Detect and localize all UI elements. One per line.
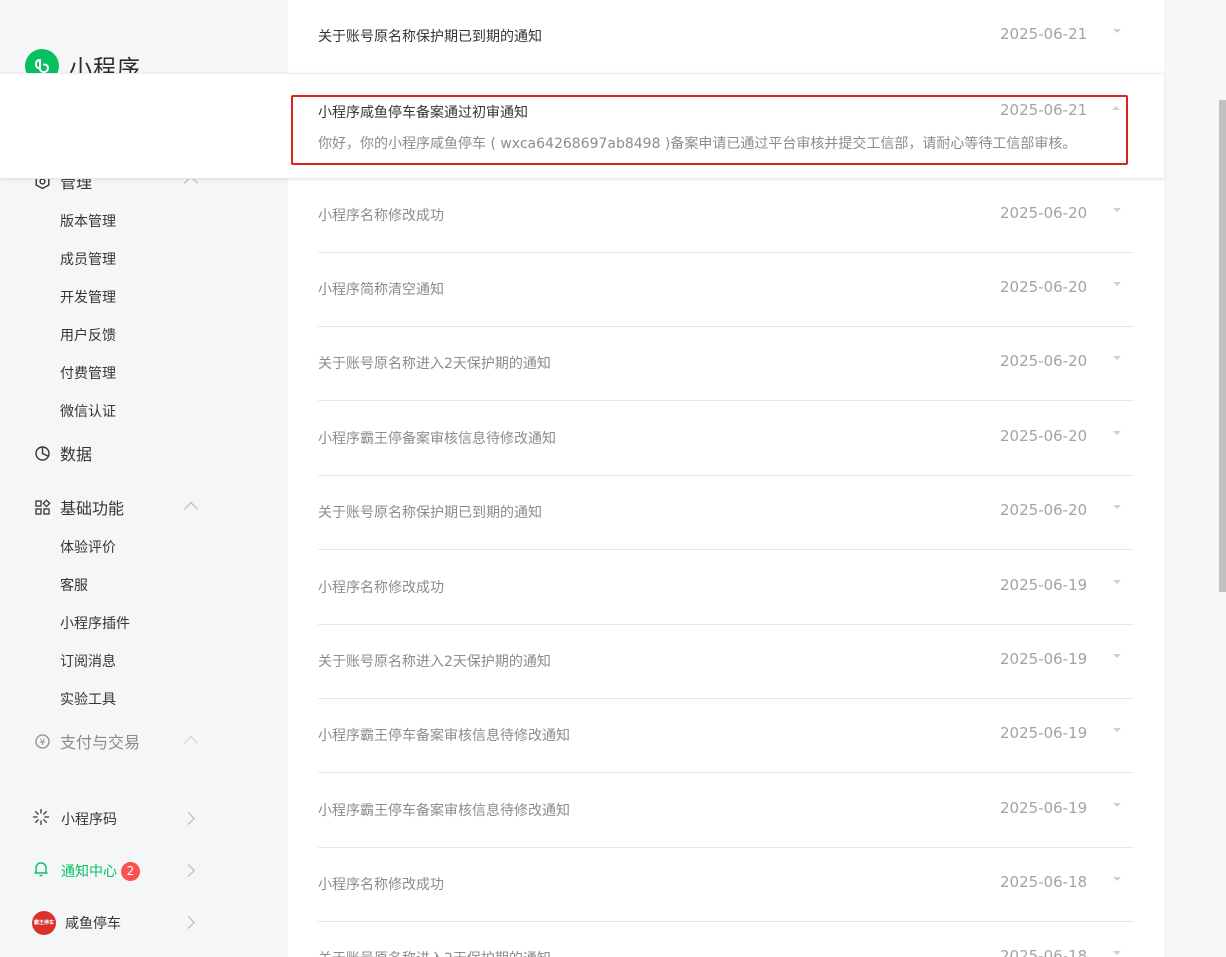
list-item[interactable]: 小程序霸王停车备案审核信息待修改通知 2025-06-19: [318, 774, 1134, 848]
sidebar-item-payment[interactable]: 付费管理: [60, 364, 116, 384]
caret-down-icon: [1113, 282, 1121, 286]
sidebar-item-verify[interactable]: 微信认证: [60, 402, 116, 422]
sidebar-item-plugins[interactable]: 小程序插件: [60, 614, 130, 634]
notification-date: 2025-06-19: [1000, 576, 1088, 594]
list-item[interactable]: 小程序名称修改成功 2025-06-18: [318, 848, 1134, 922]
nav-qrcode-label: 小程序码: [61, 812, 117, 828]
pie-chart-icon: [33, 444, 51, 462]
notification-title: 关于账号原名称保护期已到期的通知: [318, 29, 542, 45]
nav-pay-label: 支付与交易: [60, 733, 141, 752]
notification-title: 小程序名称修改成功: [318, 877, 444, 893]
nav-notify[interactable]: 通知中心 2: [32, 858, 197, 884]
sidebar-item-subscribe[interactable]: 订阅消息: [60, 652, 116, 672]
yuan-icon: ¥: [33, 732, 51, 750]
caret-down-icon: [1113, 505, 1121, 509]
notification-date: 2025-06-20: [1000, 501, 1088, 519]
avatar: 霸王停车: [32, 911, 56, 935]
list-item[interactable]: 关于账号原名称保护期已到期的通知 2025-06-20: [318, 476, 1134, 550]
notification-date: 2025-06-18: [1000, 947, 1088, 957]
notification-title: 关于账号原名称进入2天保护期的通知: [318, 356, 551, 372]
scrollbar[interactable]: [1219, 100, 1226, 592]
list-item[interactable]: 小程序名称修改成功 2025-06-19: [318, 551, 1134, 625]
expanded-notification[interactable]: 小程序咸鱼停车备案通过初审通知 2025-06-21 你好，你的小程序咸鱼停车 …: [0, 73, 1164, 179]
caret-down-icon: [1113, 803, 1121, 807]
notification-title: 小程序霸王停车备案审核信息待修改通知: [318, 803, 570, 819]
nav-notify-label: 通知中心: [61, 864, 117, 880]
notification-date: 2025-06-20: [1000, 352, 1088, 370]
caret-down-icon: [1113, 208, 1121, 212]
notification-date: 2025-06-20: [1000, 427, 1088, 445]
nav-pay[interactable]: ¥ 支付与交易: [33, 729, 140, 753]
bell-icon: [32, 860, 50, 882]
notification-date: 2025-06-20: [1000, 278, 1088, 296]
caret-down-icon: [1113, 431, 1121, 435]
nav-basic-label: 基础功能: [60, 499, 125, 518]
caret-down-icon: [1113, 580, 1121, 584]
notification-date: 2025-06-18: [1000, 873, 1088, 891]
sidebar-item-dev[interactable]: 开发管理: [60, 288, 116, 308]
apps-grid-icon: [33, 498, 51, 516]
chevron-right-icon: [182, 812, 195, 825]
notification-date: 2025-06-19: [1000, 799, 1088, 817]
notification-date: 2025-06-21: [1000, 25, 1088, 43]
list-item[interactable]: 小程序霸王停车备案审核信息待修改通知 2025-06-19: [318, 699, 1134, 773]
caret-down-icon: [1113, 356, 1121, 360]
caret-down-icon: [1113, 877, 1121, 881]
sidebar-item-rating[interactable]: 体验评价: [60, 538, 116, 558]
notification-body: 你好，你的小程序咸鱼停车 ( wxca64268697ab8498 )备案申请已…: [318, 136, 1077, 152]
nav-account[interactable]: 霸王停车 咸鱼停车: [32, 910, 197, 936]
sidebar-item-members[interactable]: 成员管理: [60, 250, 116, 270]
nav-qrcode[interactable]: 小程序码: [32, 806, 197, 832]
nav-basic[interactable]: 基础功能: [33, 495, 124, 519]
sidebar-item-service[interactable]: 客服: [60, 576, 88, 596]
list-item[interactable]: 小程序名称修改成功 2025-06-20: [318, 179, 1134, 253]
caret-down-icon: [1113, 728, 1121, 732]
notification-title: 关于账号原名称进入2天保护期的通知: [318, 948, 551, 957]
chevron-right-icon: [182, 864, 195, 877]
list-item[interactable]: 关于账号原名称进入2天保护期的通知 2025-06-18: [318, 922, 1134, 957]
nav-data[interactable]: 数据: [33, 441, 92, 465]
caret-down-icon: [1113, 951, 1121, 955]
chevron-right-icon: [182, 916, 195, 929]
caret-down-icon: [1113, 654, 1121, 658]
sidebar-item-version[interactable]: 版本管理: [60, 212, 116, 232]
list-item[interactable]: 小程序简称清空通知 2025-06-20: [318, 253, 1134, 327]
notification-title: 小程序咸鱼停车备案通过初审通知: [318, 105, 528, 121]
sidebar-item-lab[interactable]: 实验工具: [60, 690, 116, 710]
notify-count-badge: 2: [121, 861, 140, 881]
chevron-up-icon[interactable]: [183, 735, 199, 751]
list-item[interactable]: 关于账号原名称进入2天保护期的通知 2025-06-20: [318, 327, 1134, 401]
notification-date: 2025-06-20: [1000, 204, 1088, 222]
notification-date: 2025-06-19: [1000, 650, 1088, 668]
notification-title: 小程序霸王停车备案审核信息待修改通知: [318, 728, 570, 744]
sidebar-item-feedback[interactable]: 用户反馈: [60, 326, 116, 346]
notification-date: 2025-06-21: [1000, 101, 1088, 119]
list-item[interactable]: 关于账号原名称保护期已到期的通知 2025-06-21: [318, 0, 1134, 74]
notification-title: 小程序名称修改成功: [318, 208, 444, 224]
qrcode-icon: [32, 808, 50, 830]
list-item[interactable]: 关于账号原名称进入2天保护期的通知 2025-06-19: [318, 625, 1134, 699]
notification-title: 小程序霸王停备案审核信息待修改通知: [318, 431, 556, 447]
notification-title: 小程序简称清空通知: [318, 282, 444, 298]
caret-up-icon[interactable]: [1112, 106, 1120, 110]
svg-text:¥: ¥: [39, 738, 45, 748]
chevron-up-icon[interactable]: [183, 501, 199, 517]
caret-down-icon: [1113, 29, 1121, 33]
nav-account-label: 咸鱼停车: [65, 916, 121, 932]
notification-title: 关于账号原名称进入2天保护期的通知: [318, 654, 551, 670]
list-item[interactable]: 小程序霸王停备案审核信息待修改通知 2025-06-20: [318, 402, 1134, 476]
notification-title: 关于账号原名称保护期已到期的通知: [318, 505, 542, 521]
nav-data-label: 数据: [60, 445, 93, 464]
notification-title: 小程序名称修改成功: [318, 580, 444, 596]
notification-date: 2025-06-19: [1000, 724, 1088, 742]
